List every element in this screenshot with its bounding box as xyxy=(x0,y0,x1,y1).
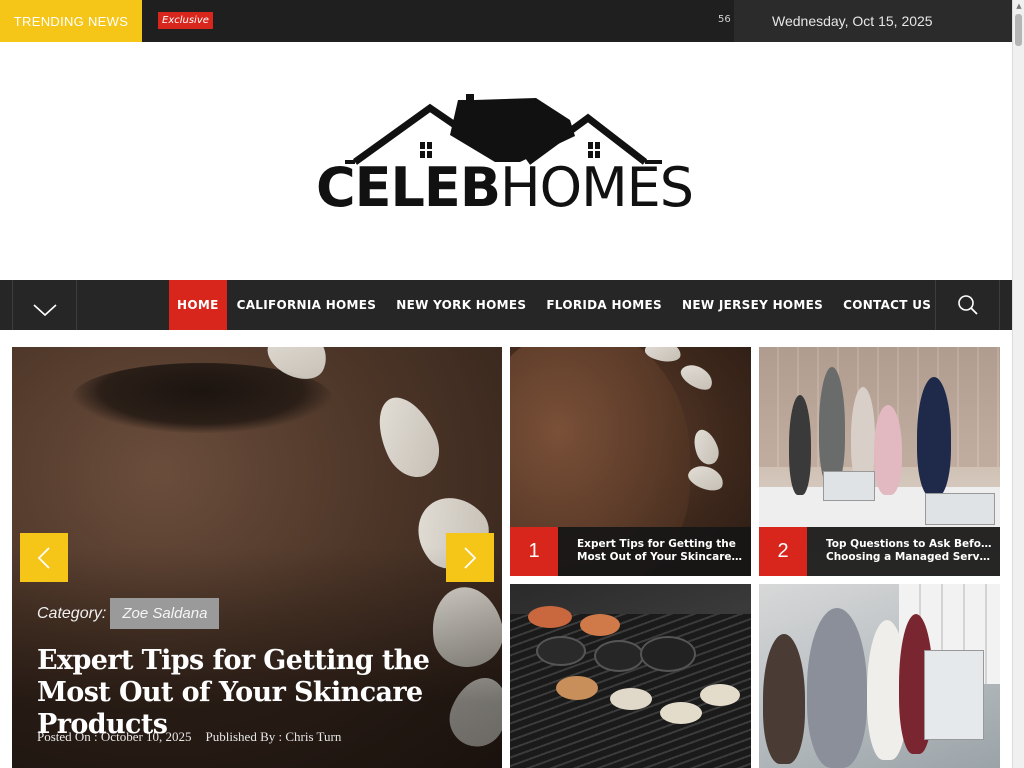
card-image-person xyxy=(819,367,845,487)
top-bar: TRENDING NEWS Exclusive 56 Wednesday, Oc… xyxy=(0,0,1012,42)
logo-text-light: HOMES xyxy=(499,156,694,219)
trending-news-label: TRENDING NEWS xyxy=(0,0,142,42)
card-number: 2 xyxy=(759,527,807,576)
card-title-line-1: Expert Tips for Getting the xyxy=(577,538,736,550)
card-title[interactable]: Top Questions to Ask Before Choosing a M… xyxy=(826,538,992,564)
story-card[interactable] xyxy=(510,584,751,768)
category-label: Category: xyxy=(37,604,107,622)
nav-item-new-jersey-homes[interactable]: NEW JERSEY HOMES xyxy=(672,280,833,330)
story-card[interactable]: 2 Top Questions to Ask Before Choosing a… xyxy=(759,347,1000,576)
hero-image-petal xyxy=(366,387,450,487)
card-number: 1 xyxy=(510,527,558,576)
card-image-petal xyxy=(677,359,717,395)
nav-item-contact-us[interactable]: CONTACT US xyxy=(833,280,941,330)
card-image-food xyxy=(640,636,696,672)
story-card[interactable]: 1 Expert Tips for Getting the Most Out o… xyxy=(510,347,751,576)
card-caption: 1 Expert Tips for Getting the Most Out o… xyxy=(510,527,751,576)
card-title-line-2: Choosing a Managed Servic... xyxy=(826,551,992,563)
exclusive-badge[interactable]: Exclusive xyxy=(158,12,213,29)
card-image-person xyxy=(807,608,867,768)
scroll-up-icon[interactable]: ▲ xyxy=(1013,0,1024,12)
trending-count: 56 xyxy=(718,14,731,25)
published-by[interactable]: Published By : Chris Turn xyxy=(206,729,342,744)
card-image-food xyxy=(580,614,620,636)
nav-item-florida-homes[interactable]: FLORIDA HOMES xyxy=(536,280,672,330)
nav-dropdown-toggle[interactable] xyxy=(12,280,77,330)
nav-menu: HOME CALIFORNIA HOMES NEW YORK HOMES FLO… xyxy=(169,280,941,330)
card-image-person xyxy=(789,395,811,495)
site-logo[interactable]: CELEBHOMES xyxy=(300,90,710,230)
card-image-person xyxy=(763,634,805,764)
hero-slider[interactable]: Category: Zoe Saldana Expert Tips for Ge… xyxy=(12,347,502,768)
scroll-thumb[interactable] xyxy=(1015,14,1022,46)
slider-next-button[interactable] xyxy=(446,533,494,582)
nav-item-california-homes[interactable]: CALIFORNIA HOMES xyxy=(227,280,387,330)
chevron-right-icon xyxy=(464,546,477,569)
logo-text-bold: CELEB xyxy=(316,156,501,219)
nav-item-home[interactable]: HOME xyxy=(169,280,227,330)
logo-wordmark: CELEBHOMES xyxy=(316,156,694,219)
card-image-food xyxy=(594,640,644,672)
card-image-food xyxy=(700,684,740,706)
card-title[interactable]: Expert Tips for Getting the Most Out of … xyxy=(577,538,743,564)
search-icon xyxy=(957,295,978,315)
hero-title[interactable]: Expert Tips for Getting the Most Out of … xyxy=(37,645,477,741)
card-image-person xyxy=(874,405,902,495)
card-image-food xyxy=(528,606,572,628)
card-image-laptop xyxy=(925,493,995,525)
card-image-food xyxy=(536,636,586,666)
card-image-food xyxy=(556,676,598,700)
card-title-line-2: Most Out of Your Skincare... xyxy=(577,551,743,563)
card-title-line-1: Top Questions to Ask Before xyxy=(826,538,992,550)
card-image-food xyxy=(610,688,652,710)
page-scrollbar[interactable]: ▲ xyxy=(1012,0,1024,768)
card-caption: 2 Top Questions to Ask Before Choosing a… xyxy=(759,527,1000,576)
chevron-left-icon xyxy=(37,546,50,569)
chevron-down-icon xyxy=(32,304,57,317)
nav-item-new-york-homes[interactable]: NEW YORK HOMES xyxy=(386,280,536,330)
posted-on: Posted On : October 10, 2025 xyxy=(37,729,192,744)
card-image-laptop xyxy=(823,471,875,501)
hero-category: Category: Zoe Saldana xyxy=(37,598,220,629)
main-navigation: HOME CALIFORNIA HOMES NEW YORK HOMES FLO… xyxy=(0,280,1012,330)
card-image-petal xyxy=(685,461,727,495)
card-image-monitor xyxy=(924,650,984,740)
date-display: Wednesday, Oct 15, 2025 xyxy=(734,0,1012,42)
category-tag[interactable]: Zoe Saldana xyxy=(110,598,220,629)
slider-prev-button[interactable] xyxy=(20,533,68,582)
story-card[interactable] xyxy=(759,584,1000,768)
card-image-petal xyxy=(689,426,723,468)
card-image-food xyxy=(660,702,702,724)
search-button[interactable] xyxy=(935,280,1000,330)
hero-meta: Posted On : October 10, 2025 Published By… xyxy=(37,729,341,745)
card-image-person xyxy=(917,377,951,497)
